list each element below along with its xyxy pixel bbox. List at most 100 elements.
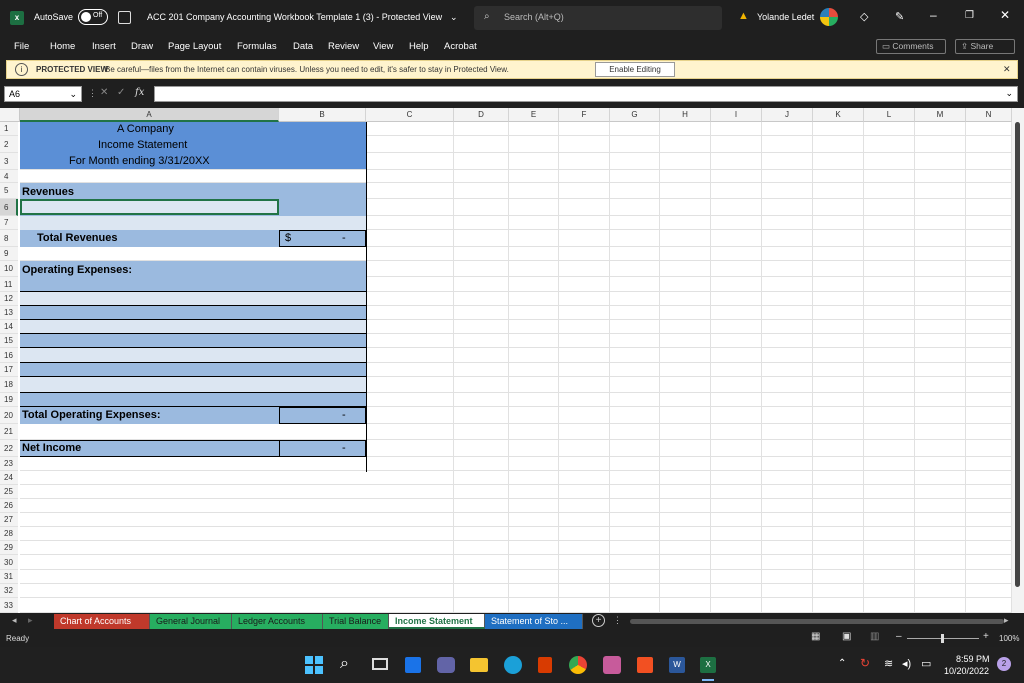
row-header-10[interactable]: 10 xyxy=(0,261,18,277)
menu-insert[interactable]: Insert xyxy=(92,41,116,52)
zoom-out-icon[interactable]: – xyxy=(896,631,902,642)
select-all-corner[interactable] xyxy=(0,108,20,122)
row-header-27[interactable]: 27 xyxy=(0,513,18,527)
start-icon[interactable] xyxy=(305,656,323,674)
zoom-level[interactable]: 100% xyxy=(999,634,1019,643)
row-header-19[interactable]: 19 xyxy=(0,393,18,407)
close-protected-icon[interactable]: ✕ xyxy=(1003,64,1011,75)
expense-row[interactable] xyxy=(20,320,366,334)
user-name[interactable]: Yolande Ledet xyxy=(757,12,814,22)
row-header-16[interactable]: 16 xyxy=(0,348,18,363)
excel-taskbar-icon[interactable]: X xyxy=(700,657,716,673)
row-header-25[interactable]: 25 xyxy=(0,485,18,499)
row-header-12[interactable]: 12 xyxy=(0,292,18,306)
row-header-24[interactable]: 24 xyxy=(0,471,18,485)
column-header-b[interactable]: B xyxy=(279,108,366,122)
pen-icon[interactable]: ✎ xyxy=(895,10,904,23)
row-header-8[interactable]: 8 xyxy=(0,230,18,247)
search-box[interactable]: ⌕ Search (Alt+Q) xyxy=(474,6,722,30)
row-header-1[interactable]: 1 xyxy=(0,122,18,136)
column-header-m[interactable]: M xyxy=(915,108,966,122)
column-header-e[interactable]: E xyxy=(509,108,559,122)
chrome-icon[interactable] xyxy=(569,656,587,674)
row-header-32[interactable]: 32 xyxy=(0,584,18,598)
row-header-11[interactable]: 11 xyxy=(0,277,18,292)
menu-acrobat[interactable]: Acrobat xyxy=(444,41,477,52)
row-header-6[interactable]: 6 xyxy=(0,199,18,216)
expand-formula-chevron-icon[interactable]: ⌄ xyxy=(1005,88,1013,99)
enter-icon[interactable]: ✓ xyxy=(117,87,125,98)
file-explorer-icon[interactable] xyxy=(470,658,488,672)
office-icon[interactable] xyxy=(538,657,552,673)
column-header-j[interactable]: J xyxy=(762,108,813,122)
horizontal-scrollbar[interactable] xyxy=(630,619,1004,624)
restore-icon[interactable]: ❐ xyxy=(965,10,974,21)
menu-file[interactable]: File xyxy=(14,41,29,52)
cancel-icon[interactable]: ✕ xyxy=(100,87,108,98)
row-header-14[interactable]: 14 xyxy=(0,320,18,334)
formula-input[interactable]: ⌄ xyxy=(154,86,1018,102)
battery-icon[interactable]: ▭ xyxy=(921,657,931,670)
menu-home[interactable]: Home xyxy=(50,41,75,52)
row-header-17[interactable]: 17 xyxy=(0,363,18,377)
expense-row[interactable] xyxy=(20,306,366,320)
column-header-l[interactable]: L xyxy=(864,108,915,122)
function-icon[interactable]: fx xyxy=(135,87,144,98)
row-header-22[interactable]: 22 xyxy=(0,440,18,457)
hscroll-right-icon[interactable]: ▸ xyxy=(1004,615,1009,626)
column-header-n[interactable]: N xyxy=(966,108,1012,122)
taskbar-search-icon[interactable]: ⌕ xyxy=(340,655,349,673)
column-header-i[interactable]: I xyxy=(711,108,762,122)
row-header-15[interactable]: 15 xyxy=(0,334,18,348)
share-button[interactable]: ⇪ Share xyxy=(955,39,1015,54)
menu-draw[interactable]: Draw xyxy=(131,41,153,52)
warning-icon[interactable]: ▲ xyxy=(738,10,749,22)
save-icon[interactable] xyxy=(118,11,131,24)
net-income-value-cell[interactable] xyxy=(279,440,366,457)
menu-formulas[interactable]: Formulas xyxy=(237,41,277,52)
row-header-4[interactable]: 4 xyxy=(0,170,18,183)
row-header-26[interactable]: 26 xyxy=(0,499,18,513)
expense-row[interactable] xyxy=(20,377,366,393)
column-header-d[interactable]: D xyxy=(454,108,509,122)
total-revenues-value-cell[interactable] xyxy=(279,230,366,247)
word-icon[interactable]: W xyxy=(669,657,685,673)
name-box[interactable]: A6 ⌄ xyxy=(4,86,82,102)
sheet-tab-income-statement[interactable]: Income Statement xyxy=(389,614,485,629)
row-header-20[interactable]: 20 xyxy=(0,407,18,424)
row-header-2[interactable]: 2 xyxy=(0,136,18,153)
worksheet-grid[interactable]: ABCDEFGHIJKLMN 1 2 3 4 5 6 7 8 9 10 11 12 13 14 15 16 17… xyxy=(0,108,1024,613)
clock-date[interactable]: 10/20/2022 xyxy=(944,666,989,676)
column-header-c[interactable]: C xyxy=(366,108,454,122)
avatar[interactable] xyxy=(820,8,838,26)
sheet-tab-trial-balance[interactable]: Trial Balance xyxy=(323,614,389,629)
column-header-f[interactable]: F xyxy=(559,108,610,122)
menu-review[interactable]: Review xyxy=(328,41,359,52)
expense-row[interactable] xyxy=(20,348,366,363)
expense-row[interactable] xyxy=(20,363,366,377)
zoom-in-icon[interactable]: + xyxy=(983,631,989,642)
expense-row[interactable] xyxy=(20,277,366,292)
column-header-a[interactable]: A xyxy=(20,108,279,122)
menu-data[interactable]: Data xyxy=(293,41,313,52)
page-layout-view-icon[interactable]: ▣ xyxy=(842,631,851,642)
sheet-tab-statement-of-sto[interactable]: Statement of Sto ... xyxy=(485,614,583,629)
row-header-18[interactable]: 18 xyxy=(0,377,18,393)
row-header-21[interactable]: 21 xyxy=(0,424,18,440)
selected-cell-a6[interactable] xyxy=(20,199,279,215)
clock-time[interactable]: 8:59 PM xyxy=(956,654,990,664)
normal-view-icon[interactable]: ▦ xyxy=(811,631,820,642)
row-header-33[interactable]: 33 xyxy=(0,598,18,613)
tray-chevron-icon[interactable]: ⌃ xyxy=(838,658,846,669)
zoom-slider-thumb[interactable] xyxy=(941,634,944,643)
enable-editing-button[interactable]: Enable Editing xyxy=(595,62,675,77)
tab-scroll-left-icon[interactable]: ◂ xyxy=(12,615,17,626)
autosave-toggle[interactable]: Off xyxy=(78,9,108,25)
page-break-view-icon[interactable]: ▥ xyxy=(870,631,879,642)
task-view-icon[interactable] xyxy=(372,658,388,670)
sheet-tab-chart-of-accounts[interactable]: Chart of Accounts xyxy=(54,614,150,629)
expense-row[interactable] xyxy=(20,334,366,348)
notification-badge[interactable]: 2 xyxy=(997,657,1011,671)
row-header-30[interactable]: 30 xyxy=(0,555,18,570)
close-icon[interactable]: ✕ xyxy=(1000,8,1010,22)
